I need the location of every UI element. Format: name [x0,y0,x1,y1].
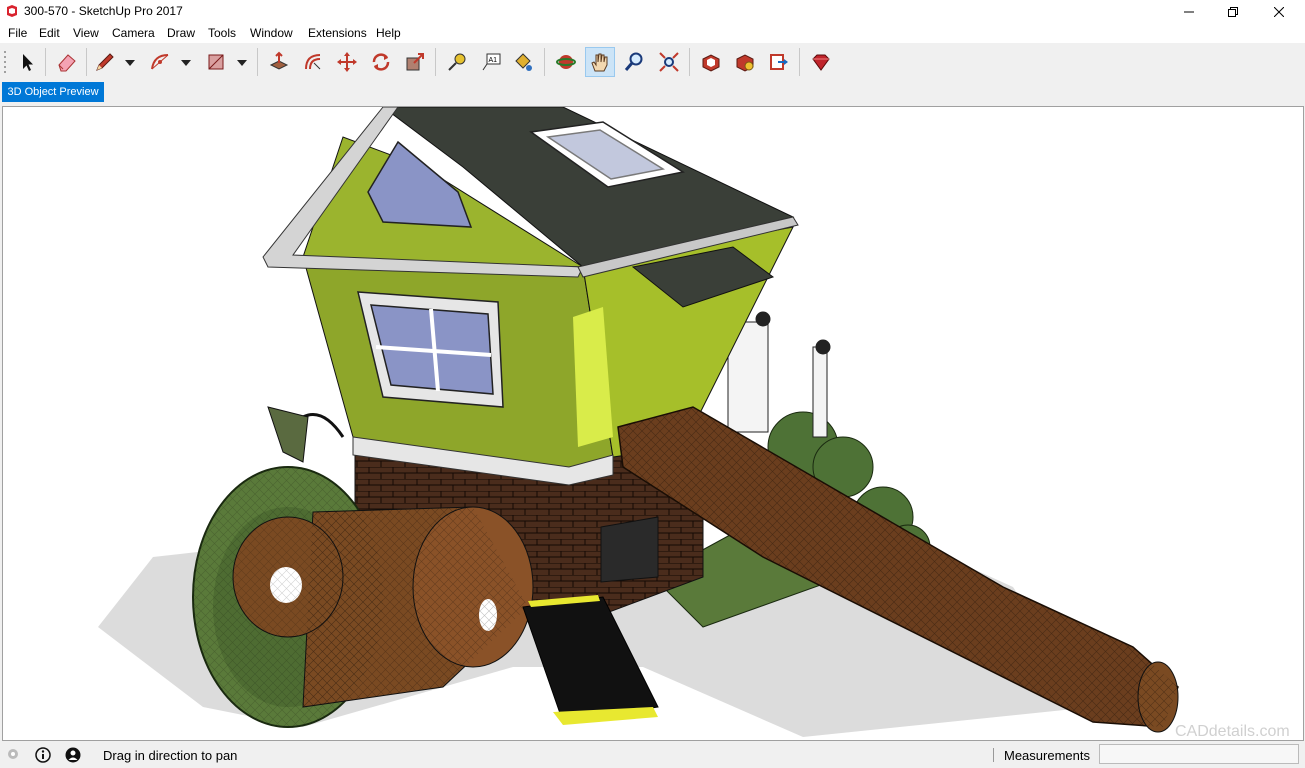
offset-tool-button[interactable] [298,47,328,77]
sketchup-logo-icon [5,4,19,18]
send-to-layout-button[interactable] [764,47,794,77]
text-label-icon: A1 [482,53,501,71]
eraser-tool-button[interactable] [52,47,82,77]
measurements-label: Measurements [1004,748,1090,763]
arrow-cursor-icon [23,54,33,71]
toolbar: A1 [0,43,840,82]
menu-help[interactable]: Help [376,26,401,40]
chevron-down-icon [180,59,191,66]
restore-button[interactable] [1210,0,1256,23]
lamp-post [267,406,345,463]
playhouse-3d-model [98,107,1179,737]
minimize-button[interactable] [1166,0,1212,23]
hand-icon [591,53,608,72]
porch-railing [727,311,831,438]
3d-warehouse-button[interactable] [696,47,726,77]
menu-extensions[interactable]: Extensions [308,26,367,40]
menu-tools[interactable]: Tools [208,26,236,40]
title-bar: 300-570 - SketchUp Pro 2017 [0,0,1305,23]
ruby-gem-icon [812,54,830,71]
extension-warehouse-button[interactable] [730,47,760,77]
select-tool-button[interactable] [12,47,42,77]
menu-bar: File Edit View Camera Draw Tools Window … [0,23,1305,43]
status-bar: Drag in direction to pan Measurements [0,741,1305,768]
text-tool-button[interactable]: A1 [476,47,506,77]
chevron-down-icon [236,59,247,66]
move-tool-button[interactable] [332,47,362,77]
rectangle-icon [208,54,224,70]
push-pull-tool-button[interactable] [264,47,294,77]
rotate-tool-button[interactable] [366,47,396,77]
zoom-extents-tool-button[interactable] [654,47,684,77]
extension-warehouse-icon [736,54,754,72]
pan-tool-button[interactable] [585,47,615,77]
push-pull-icon [269,51,289,70]
menu-window[interactable]: Window [250,26,293,40]
scale-tool-button[interactable] [400,47,430,77]
menu-draw[interactable]: Draw [167,26,195,40]
arc-dropdown[interactable] [180,57,191,68]
close-button[interactable] [1256,0,1302,23]
arc-icon [151,54,169,70]
offset-icon [305,54,321,70]
3d-warehouse-icon [702,54,720,72]
tape-measure-icon [448,53,466,71]
zoom-tool-button[interactable] [619,47,649,77]
ruby-console-button[interactable] [806,47,836,77]
geolocation-icon[interactable] [5,747,21,763]
arc-tool-button[interactable] [145,47,175,77]
watermark-text: CADdetails.com [1175,723,1290,740]
paint-bucket-icon [515,53,532,71]
tab-3d-object-preview[interactable]: 3D Object Preview [2,82,104,102]
line-tool-button[interactable] [90,47,120,77]
eraser-icon [58,54,76,72]
move-icon [337,52,357,72]
zoom-extents-icon [659,52,679,72]
svg-text:A1: A1 [489,57,498,64]
crawl-window [600,516,659,583]
scale-icon [406,53,424,71]
paint-bucket-tool-button[interactable] [508,47,538,77]
pencil-icon [96,53,114,71]
tape-measure-tool-button[interactable] [442,47,472,77]
send-to-layout-icon [770,54,788,70]
menu-camera[interactable]: Camera [112,26,155,40]
user-account-icon[interactable] [65,747,81,763]
drawing-viewport[interactable]: CADdetails.com [2,106,1304,741]
chevron-down-icon [124,59,135,66]
scene-tab-bar: 3D Object Preview [0,81,1305,105]
status-hint: Drag in direction to pan [103,748,238,763]
menu-file[interactable]: File [8,26,27,40]
toolbar-grip-icon[interactable] [4,49,8,75]
shapes-tool-button[interactable] [201,47,231,77]
line-dropdown[interactable] [124,57,135,68]
rotate-icon [372,53,390,71]
menu-view[interactable]: View [73,26,99,40]
window-title: 300-570 - SketchUp Pro 2017 [24,4,183,18]
shapes-dropdown[interactable] [236,57,247,68]
credits-info-icon[interactable] [35,747,51,763]
zoom-icon [624,52,643,71]
measurements-input[interactable] [1099,744,1299,764]
orbit-icon [556,55,576,69]
orbit-tool-button[interactable] [551,47,581,77]
menu-edit[interactable]: Edit [39,26,60,40]
